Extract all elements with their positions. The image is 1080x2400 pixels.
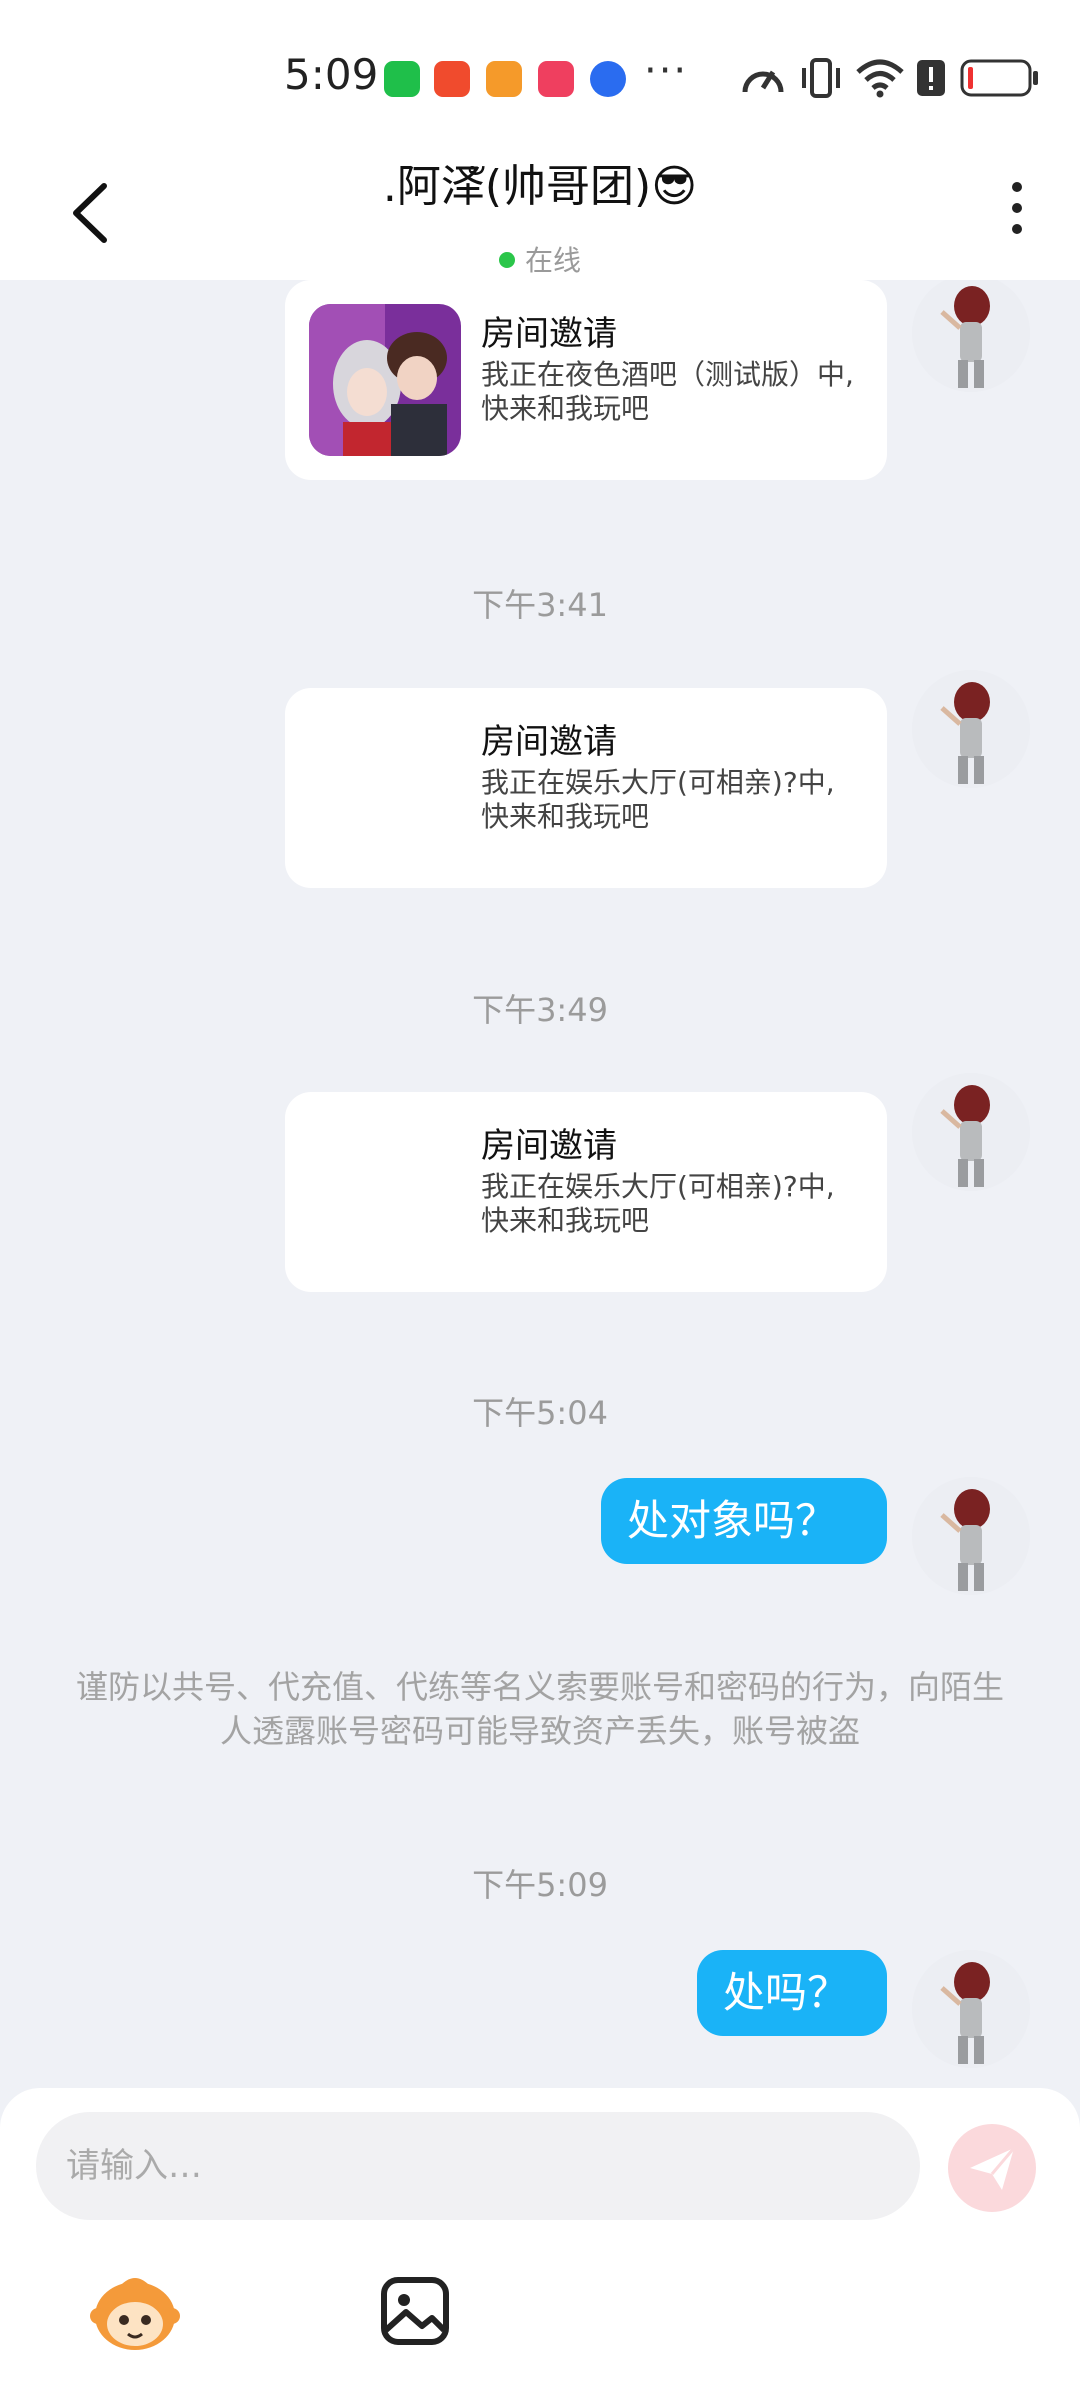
online-status: 在线 (300, 239, 780, 279)
avatar[interactable] (912, 1073, 1030, 1191)
room-invite-card[interactable]: 房间邀请 我正在娱乐大厅(可相亲)?中, 快来和我玩吧 (285, 688, 887, 888)
back-arrow-icon[interactable] (60, 178, 120, 248)
battery-saver-icon (434, 61, 470, 97)
chat-header: .阿泽ั(帅哥团)😎 在线 (0, 150, 1080, 280)
wifi-icon (856, 59, 904, 98)
speedometer-icon (742, 70, 784, 93)
online-dot-icon (498, 252, 515, 268)
contact-name: .阿泽ั(帅哥团)😎 (382, 161, 698, 212)
timestamp: 下午5:09 (472, 1866, 608, 1904)
timestamp: 下午3:41 (472, 586, 608, 624)
status-bar: 5:09 ··· (0, 0, 1080, 150)
send-icon (970, 2147, 1016, 2190)
emoji-mascot-icon[interactable] (90, 2266, 180, 2356)
avatar[interactable] (912, 670, 1030, 788)
tiktok-icon (538, 61, 574, 97)
message-list[interactable]: 房间邀请 我正在夜色酒吧（测试版）中, 快来和我玩吧 下午3:41 房间邀请 我… (0, 280, 1080, 2090)
avatar[interactable] (912, 280, 1030, 392)
room-invite-card[interactable]: 房间邀请 我正在娱乐大厅(可相亲)?中, 快来和我玩吧 (285, 1092, 887, 1292)
invite-description: 我正在娱乐大厅(可相亲)?中, 快来和我玩吧 (481, 766, 835, 833)
chat-title-area: .阿泽ั(帅哥团)😎 在线 (300, 150, 780, 279)
heart-app-icon (486, 61, 522, 97)
status-time: 5:09 (284, 50, 379, 99)
invite-description: 我正在夜色酒吧（测试版）中, 快来和我玩吧 (481, 358, 854, 425)
invite-title: 房间邀请 (481, 1126, 617, 1166)
more-notifications-icon: ··· (644, 48, 689, 94)
alert-icon (917, 60, 945, 96)
battery-low-icon (960, 59, 1038, 97)
timestamp: 下午5:04 (472, 1394, 608, 1432)
room-invite-card[interactable]: 房间邀请 我正在夜色酒吧（测试版）中, 快来和我玩吧 (285, 280, 887, 480)
wechat-icon (384, 61, 420, 97)
message-bubble[interactable]: 处吗？ (697, 1950, 887, 2036)
image-icon[interactable] (370, 2266, 460, 2356)
online-status-text: 在线 (524, 244, 581, 277)
safety-notice: 谨防以共号、代充值、代练等名义索要账号和密码的行为，向陌生人透露账号密码可能导致… (75, 1668, 1004, 1750)
message-bubble[interactable]: 处对象吗？ (601, 1478, 887, 1564)
vibrate-icon (802, 58, 840, 98)
message-input[interactable] (36, 2112, 920, 2220)
more-vertical-icon[interactable] (1005, 182, 1029, 242)
timestamp: 下午3:49 (472, 991, 608, 1029)
avatar[interactable] (912, 1477, 1030, 1595)
invite-title: 房间邀请 (481, 722, 617, 762)
invite-description: 我正在娱乐大厅(可相亲)?中, 快来和我玩吧 (481, 1170, 835, 1237)
input-area (0, 2088, 1080, 2400)
baidu-icon (590, 61, 626, 97)
invite-title: 房间邀请 (481, 314, 617, 354)
send-button[interactable] (948, 2124, 1036, 2212)
avatar[interactable] (912, 1950, 1030, 2068)
room-thumbnail-image (309, 304, 461, 456)
